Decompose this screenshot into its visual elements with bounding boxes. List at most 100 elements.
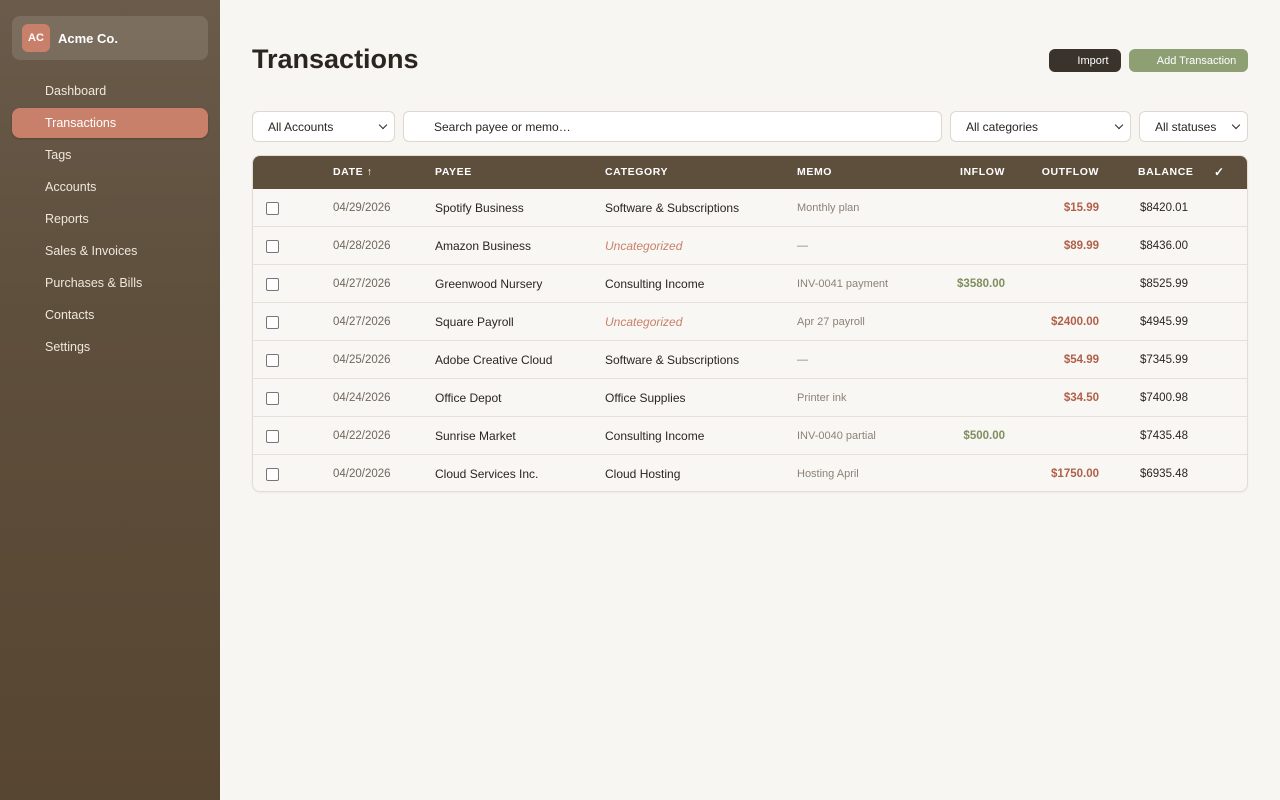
sidebar-item-tags[interactable]: Tags: [12, 140, 208, 170]
cell-date: 04/25/2026: [333, 354, 391, 366]
row-select-checkbox[interactable]: [266, 392, 279, 405]
cell-date: 04/22/2026: [333, 430, 391, 442]
column-header-memo[interactable]: MEMO: [797, 156, 832, 189]
cell-memo: —: [797, 240, 808, 252]
sidebar-item-label: Tags: [45, 148, 72, 162]
org-switcher[interactable]: AC Acme Co.: [12, 16, 208, 60]
import-button[interactable]: Import: [1049, 49, 1121, 72]
cell-balance: $6935.48: [1140, 468, 1188, 480]
sidebar-item-label: Purchases & Bills: [45, 276, 143, 290]
cell-memo: INV-0041 payment: [797, 278, 889, 290]
column-header-outflow[interactable]: OUTFLOW: [1042, 156, 1099, 189]
cell-balance: $7435.48: [1140, 430, 1188, 442]
cell-payee: Amazon Business: [435, 239, 532, 253]
cell-date: 04/24/2026: [333, 392, 391, 404]
cell-category[interactable]: Uncategorized: [605, 227, 682, 265]
sidebar-item-label: Dashboard: [45, 84, 107, 98]
search-input[interactable]: Search payee or memo…: [403, 111, 942, 142]
cell-category[interactable]: Consulting Income: [605, 265, 704, 303]
page-title: Transactions: [252, 44, 419, 74]
cell-category[interactable]: Consulting Income: [605, 417, 704, 455]
cell-memo: Hosting April: [797, 468, 859, 480]
sidebar-item-transactions[interactable]: Transactions: [12, 108, 208, 138]
cell-inflow: $500.00: [963, 430, 1005, 442]
sidebar-item-reports[interactable]: Reports: [12, 204, 208, 234]
table-row[interactable]: 04/27/2026 Greenwood Nursery Consulting In…: [253, 265, 1247, 303]
table-row[interactable]: 04/20/2026 Cloud Services Inc. Cloud Hosti…: [253, 455, 1247, 491]
add-transaction-button[interactable]: Add Transaction: [1129, 49, 1248, 72]
row-select-checkbox[interactable]: [266, 430, 279, 443]
cell-balance: $7345.99: [1140, 354, 1188, 366]
cell-balance: $4945.99: [1140, 316, 1188, 328]
sidebar-item-label: Sales & Invoices: [45, 244, 138, 258]
cell-category[interactable]: Software & Subscriptions: [605, 341, 739, 379]
cell-memo: Printer ink: [797, 392, 847, 404]
cell-inflow: $3580.00: [957, 278, 1005, 290]
cell-payee: Sunrise Market: [435, 429, 516, 443]
sidebar-item-label: Settings: [45, 340, 91, 354]
table-row[interactable]: 04/25/2026 Adobe Creative Cloud Software &…: [253, 341, 1247, 379]
table-row[interactable]: 04/28/2026 Amazon Business Uncategorized — $…: [253, 227, 1247, 265]
cell-payee: Greenwood Nursery: [435, 277, 543, 291]
chevron-down-icon: [1231, 120, 1241, 130]
cell-date: 04/29/2026: [333, 202, 391, 214]
org-avatar: AC: [22, 24, 50, 52]
column-header-inflow[interactable]: INFLOW: [960, 156, 1005, 189]
cell-outflow: $89.99: [1063, 240, 1099, 252]
column-header-reconciled: ✓: [1214, 165, 1225, 179]
chevron-down-icon: [378, 120, 388, 130]
row-select-checkbox[interactable]: [266, 202, 279, 215]
sidebar-item-accounts[interactable]: Accounts: [12, 172, 208, 202]
cell-category[interactable]: Office Supplies: [605, 379, 686, 417]
cell-date: 04/20/2026: [333, 468, 391, 480]
cell-payee: Cloud Services Inc.: [435, 467, 539, 481]
sidebar-item-contacts[interactable]: Contacts: [12, 300, 208, 330]
column-header-balance[interactable]: BALANCE: [1138, 156, 1194, 189]
cell-category[interactable]: Uncategorized: [605, 303, 682, 341]
cell-outflow: $15.99: [1063, 202, 1099, 214]
sidebar-item-sales-invoices[interactable]: Sales & Invoices: [12, 236, 208, 266]
transactions-table: DATE ↑ PAYEE CATEGORY MEMO INFLOW OUTFLO…: [252, 155, 1248, 492]
cell-balance: $8436.00: [1140, 240, 1188, 252]
cell-memo: Monthly plan: [797, 202, 860, 214]
search-placeholder: Search payee or memo…: [434, 119, 571, 134]
status-select[interactable]: All statuses: [1139, 111, 1248, 142]
row-select-checkbox[interactable]: [266, 240, 279, 253]
cell-balance: $8420.01: [1140, 202, 1188, 214]
sidebar-item-purchases-bills[interactable]: Purchases & Bills: [12, 268, 208, 298]
sidebar-item-label: Transactions: [45, 116, 117, 130]
column-header-payee[interactable]: PAYEE: [435, 156, 472, 189]
cell-date: 04/27/2026: [333, 278, 391, 290]
row-select-checkbox[interactable]: [266, 468, 279, 481]
cell-outflow: $34.50: [1063, 392, 1099, 404]
cell-balance: $8525.99: [1140, 278, 1188, 290]
row-select-checkbox[interactable]: [266, 354, 279, 367]
sidebar-item-label: Accounts: [45, 180, 97, 194]
row-select-checkbox[interactable]: [266, 316, 279, 329]
cell-category[interactable]: Cloud Hosting: [605, 455, 680, 491]
org-name: Acme Co.: [58, 30, 118, 46]
accounts-select-value: All Accounts: [268, 119, 334, 134]
table-row[interactable]: 04/27/2026 Square Payroll Uncategorized Apr…: [253, 303, 1247, 341]
column-header-category[interactable]: CATEGORY: [605, 156, 668, 189]
categories-select[interactable]: All categories: [950, 111, 1131, 142]
sidebar-item-dashboard[interactable]: Dashboard: [12, 76, 208, 106]
cell-outflow: $1750.00: [1051, 468, 1099, 480]
cell-date: 04/28/2026: [333, 240, 391, 252]
table-row[interactable]: 04/22/2026 Sunrise Market Consulting Incom…: [253, 417, 1247, 455]
sidebar: AC Acme Co. Dashboard Transactions Tags Acc…: [0, 0, 220, 800]
table-header: DATE ↑ PAYEE CATEGORY MEMO INFLOW OUTFLO…: [253, 156, 1247, 189]
sidebar-item-settings[interactable]: Settings: [12, 332, 208, 362]
sidebar-item-label: Reports: [45, 212, 89, 226]
cell-payee: Office Depot: [435, 391, 502, 405]
column-header-date[interactable]: DATE ↑: [333, 156, 373, 189]
table-row[interactable]: 04/29/2026 Spotify Business Software & Sub…: [253, 189, 1247, 227]
table-row[interactable]: 04/24/2026 Office Depot Office Supplies Pri…: [253, 379, 1247, 417]
sidebar-nav: Dashboard Transactions Tags Accounts Reports…: [12, 76, 208, 364]
accounts-select[interactable]: All Accounts: [252, 111, 395, 142]
cell-category[interactable]: Software & Subscriptions: [605, 189, 739, 227]
cell-outflow: $54.99: [1063, 354, 1099, 366]
row-select-checkbox[interactable]: [266, 278, 279, 291]
cell-memo: INV-0040 partial: [797, 430, 876, 442]
cell-memo: Apr 27 payroll: [797, 316, 865, 328]
